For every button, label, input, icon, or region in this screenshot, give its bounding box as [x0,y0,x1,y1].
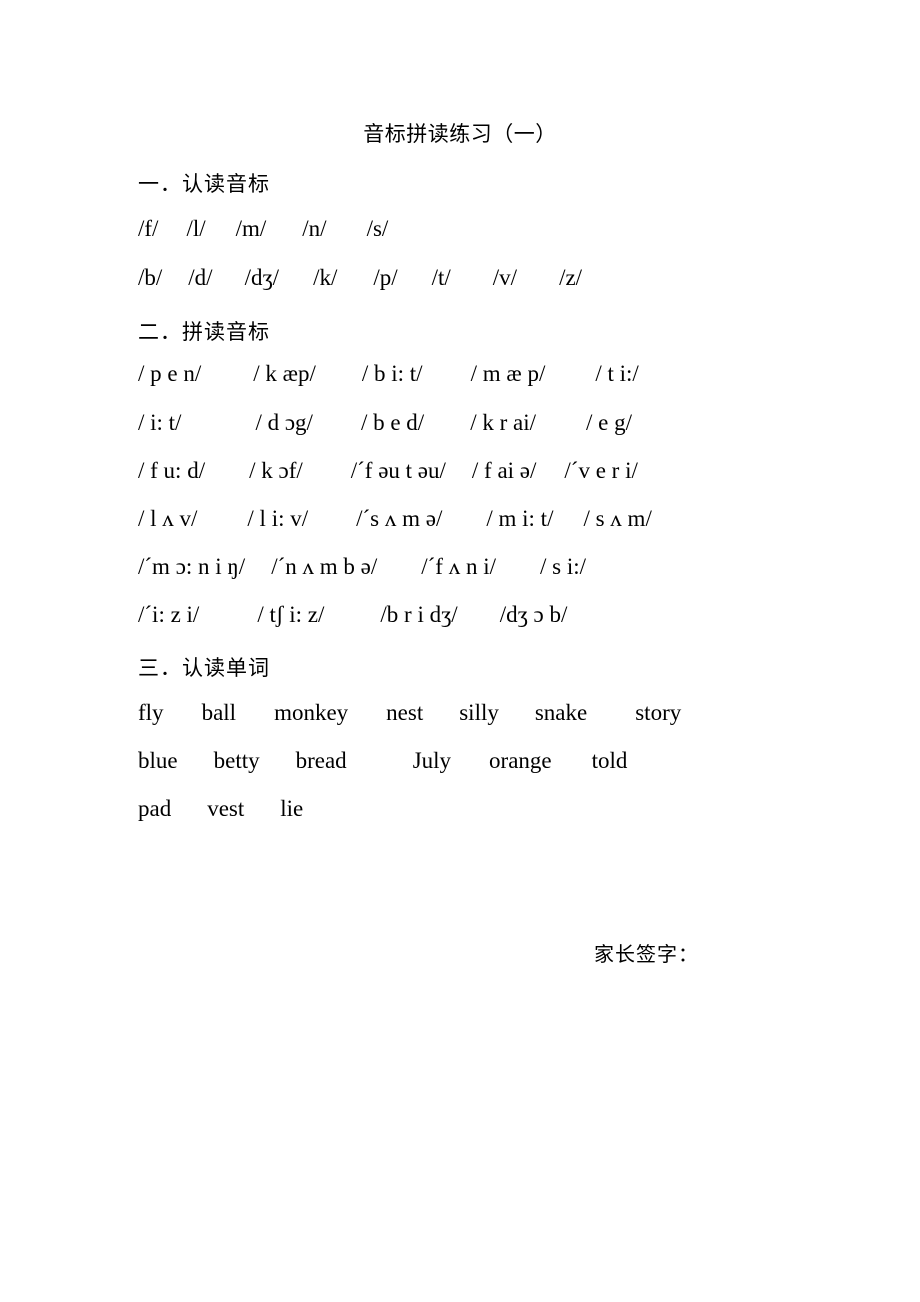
vocabulary-word: blue [138,748,178,773]
phonetic-transcription: / f ai ə/ [471,458,537,483]
phonetic-row: /b/ /d/ /dʒ/ /k/ /p/ /t/ /v/ /z/ [138,265,898,291]
phonetic-symbol: /k/ [313,265,338,290]
section-heading-1: 一．认读音标 [138,172,270,196]
vocabulary-word: fly [138,700,164,725]
phonetic-transcription: / k r ai/ [470,410,536,435]
phonetic-transcription: / tʃ i: z/ [257,602,325,627]
vocabulary-word: snake [534,700,588,725]
word-row: pad vest lie [138,796,898,822]
phonetic-transcription: /ˊi: z i/ [138,602,200,627]
phonetic-transcription: / i: t/ [138,410,182,435]
phonetic-row: / l ʌ v/ / l i: v/ /ˊs ʌ m ə/ / m i: t/ / s … [138,506,898,532]
phonetic-transcription: / k æp/ [253,361,316,386]
phonetic-symbol: /s/ [366,216,389,241]
page-title: 音标拼读练习（一） [363,122,557,146]
phonetic-transcription: / m i: t/ [486,506,554,531]
phonetic-symbol: /l/ [186,216,206,241]
vocabulary-word: lie [280,796,304,821]
phonetic-transcription: /ˊn ʌ m b ə/ [271,554,378,579]
phonetic-symbol: /n/ [302,216,327,241]
phonetic-transcription: /ˊf əu t əu/ [350,458,446,483]
phonetic-row: /ˊm ɔ: n i ŋ/ /ˊn ʌ m b ə/ /ˊf ʌ n i/ / s i… [138,554,898,580]
phonetic-transcription: / s i:/ [540,554,587,579]
section-heading-3: 三．认读单词 [138,656,270,680]
phonetic-transcription: /b r i dʒ/ [380,602,458,627]
phonetic-transcription: / f u: d/ [138,458,206,483]
phonetic-transcription: / k ɔf/ [249,458,303,483]
phonetic-row: / f u: d/ / k ɔf/ /ˊf əu t əu/ / f ai ə/ /ˊv… [138,458,898,484]
worksheet-page: 音标拼读练习（一） 一．认读音标 /f//l//m//n//s/ /b//d//… [0,0,920,1302]
phonetic-transcription: /dʒ ɔ b/ [499,602,568,627]
vocabulary-word: orange [489,748,552,773]
phonetic-transcription: /ˊm ɔ: n i ŋ/ [138,554,246,579]
vocabulary-word: July [412,748,452,773]
vocabulary-word: betty [213,748,260,773]
phonetic-transcription: / d ɔg/ [255,410,313,435]
section-heading-2: 二．拼读音标 [138,320,270,344]
phonetic-symbol: /m/ [235,216,267,241]
phonetic-symbol: /v/ [492,265,518,290]
word-row: blue betty bread July orange told [138,748,898,774]
phonetic-transcription: / p e n/ [138,361,202,386]
phonetic-symbol: /z/ [559,265,583,290]
vocabulary-word: bread [295,748,347,773]
phonetic-transcription: /ˊv e r i/ [564,458,638,483]
phonetic-symbol: /dʒ/ [244,265,280,290]
phonetic-symbol: /t/ [431,265,451,290]
vocabulary-word: told [591,748,628,773]
word-row: fly ball monkey nest silly snake story [138,700,898,726]
vocabulary-word: ball [201,700,237,725]
vocabulary-word: nest [386,700,424,725]
parent-signature-label: 家长签字： [594,942,699,966]
phonetic-transcription: /ˊs ʌ m ə/ [356,506,443,531]
vocabulary-word: pad [138,796,172,821]
phonetic-symbol: /d/ [188,265,213,290]
phonetic-transcription: / m æ p/ [470,361,546,386]
phonetic-transcription: / t i:/ [595,361,639,386]
phonetic-transcription: / b e d/ [360,410,425,435]
phonetic-symbol: /f/ [138,216,159,241]
phonetic-transcription: /ˊf ʌ n i/ [421,554,496,579]
phonetic-row: / i: t/ / d ɔg/ / b e d/ / k r ai/ / e g/ [138,410,898,436]
phonetic-row: /f/ /l/ /m/ /n/ /s/ [138,216,898,242]
vocabulary-word: monkey [274,700,349,725]
phonetic-transcription: / l i: v/ [247,506,309,531]
phonetic-transcription: / b i: t/ [361,361,423,386]
phonetic-transcription: / s ʌ m/ [583,506,652,531]
phonetic-transcription: / l ʌ v/ [138,506,198,531]
vocabulary-word: vest [207,796,245,821]
phonetic-symbol: /b/ [138,265,163,290]
phonetic-transcription: / e g/ [586,410,632,435]
vocabulary-word: story [635,700,682,725]
phonetic-symbol: /p/ [373,265,398,290]
phonetic-row: / p e n/ / k æp/ / b i: t/ / m æ p/ / t i:/ [138,361,898,387]
phonetic-row: /ˊi: z i/ / tʃ i: z/ /b r i dʒ/ /dʒ ɔ b/ [138,602,898,628]
vocabulary-word: silly [459,700,499,725]
